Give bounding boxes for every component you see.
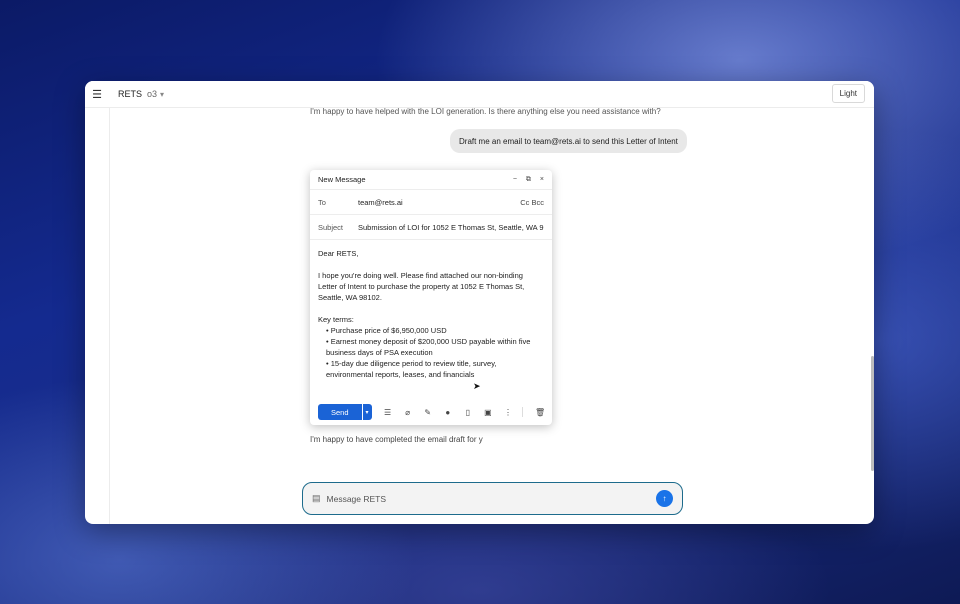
email-body[interactable]: Dear RETS, I hope you're doing well. Ple…: [310, 240, 552, 396]
compose-toolbar: Send ▾ ☰ ⌀ ✎ ● ▯ ▣ ⋮ 🗑: [310, 399, 552, 425]
email-compose-window: New Message − ⧉ × To team@rets.ai Cc Bcc…: [310, 170, 552, 425]
compose-header: New Message − ⧉ ×: [310, 170, 552, 190]
pen-icon[interactable]: ✎: [424, 408, 432, 417]
document-icon[interactable]: ▤: [312, 493, 321, 504]
toolbar-divider: [522, 407, 523, 417]
format-list-icon[interactable]: ☰: [384, 408, 392, 417]
send-options-icon[interactable]: ▾: [362, 404, 372, 420]
subject-field[interactable]: Submission of LOI for 1052 E Thomas St, …: [358, 223, 544, 232]
more-icon[interactable]: ⋮: [504, 408, 512, 417]
popout-icon[interactable]: ⧉: [526, 176, 531, 184]
to-label: To: [318, 197, 326, 207]
app-window: ☰ RETS o3 ▾ Light I'm happy to have help…: [85, 81, 874, 524]
cc-bcc-link[interactable]: Cc Bcc: [520, 198, 544, 207]
assistant-status-message: I'm happy to have completed the email dr…: [310, 435, 483, 444]
menu-icon[interactable]: ☰: [85, 81, 109, 108]
mouse-cursor-icon: ➤: [473, 381, 481, 391]
app-title: RETS: [118, 89, 143, 99]
message-input-bar[interactable]: ▤ Message RETS ↑: [302, 482, 683, 515]
email-greeting: Dear RETS,: [318, 249, 359, 258]
attach-icon[interactable]: ⌀: [404, 408, 412, 417]
assistant-message: I'm happy to have helped with the LOI ge…: [310, 107, 661, 116]
subject-label: Subject: [318, 222, 344, 232]
to-row: To team@rets.ai Cc Bcc: [310, 190, 552, 215]
scrollbar[interactable]: [871, 356, 874, 471]
trash-icon[interactable]: 🗑: [535, 408, 545, 417]
compose-title: New Message: [318, 175, 366, 184]
sidebar-rail: [85, 108, 110, 524]
message-input[interactable]: Message RETS: [327, 494, 656, 504]
chevron-down-icon[interactable]: ▾: [160, 90, 164, 99]
to-field[interactable]: team@rets.ai: [358, 198, 520, 207]
subject-row: Subject Submission of LOI for 1052 E Tho…: [310, 215, 552, 240]
key-terms-label: Key terms:: [318, 315, 354, 324]
top-bar: ☰ RETS o3 ▾ Light: [85, 81, 874, 108]
term-item: • Purchase price of $6,950,000 USD: [326, 326, 447, 335]
term-item: • 15-day due diligence period to review …: [326, 359, 497, 379]
minimize-icon[interactable]: −: [513, 176, 517, 183]
term-item: • Earnest money deposit of $200,000 USD …: [326, 337, 531, 357]
circle-icon[interactable]: ●: [444, 408, 452, 417]
user-message-bubble: Draft me an email to team@rets.ai to sen…: [450, 129, 687, 153]
close-icon[interactable]: ×: [540, 176, 544, 183]
file-icon[interactable]: ▯: [464, 408, 472, 417]
model-selector[interactable]: o3: [147, 89, 157, 99]
email-intro: I hope you're doing well. Please find at…: [318, 271, 525, 302]
send-message-button[interactable]: ↑: [656, 490, 673, 507]
image-icon[interactable]: ▣: [484, 408, 492, 417]
send-button[interactable]: Send: [318, 404, 362, 420]
theme-toggle-button[interactable]: Light: [831, 84, 865, 103]
